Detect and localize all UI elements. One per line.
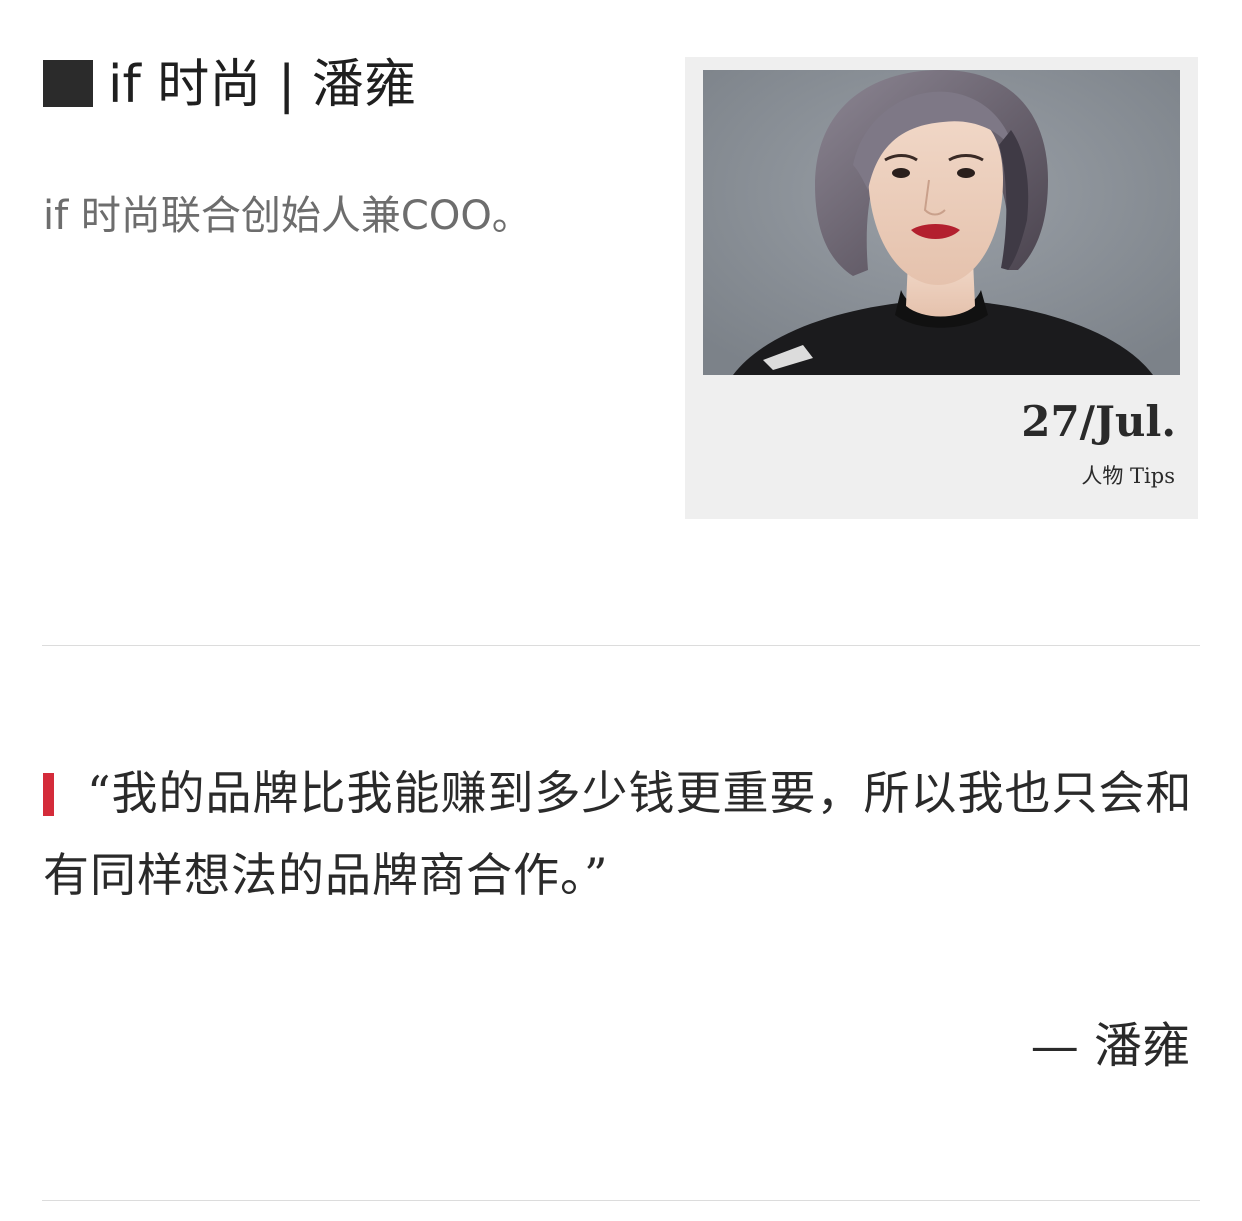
page-title: if 时尚 | 潘雍 xyxy=(108,55,416,115)
header-square-icon xyxy=(43,60,93,107)
card-tag: 人物 Tips xyxy=(1081,464,1175,488)
section-divider xyxy=(42,645,1200,646)
profile-card: 27/Jul. 人物 Tips xyxy=(685,57,1198,519)
quote-text: “我的品牌比我能赚到多少钱更重要，所以我也只会和有同样想法的品牌商合作。” xyxy=(43,766,1193,902)
portrait-photo xyxy=(703,70,1180,375)
quote-attribution: — 潘雍 xyxy=(1030,1018,1190,1074)
card-date: 27/Jul. xyxy=(1021,397,1176,446)
bottom-divider xyxy=(42,1200,1200,1201)
author-description: if 时尚联合创始人兼COO。 xyxy=(43,193,532,239)
